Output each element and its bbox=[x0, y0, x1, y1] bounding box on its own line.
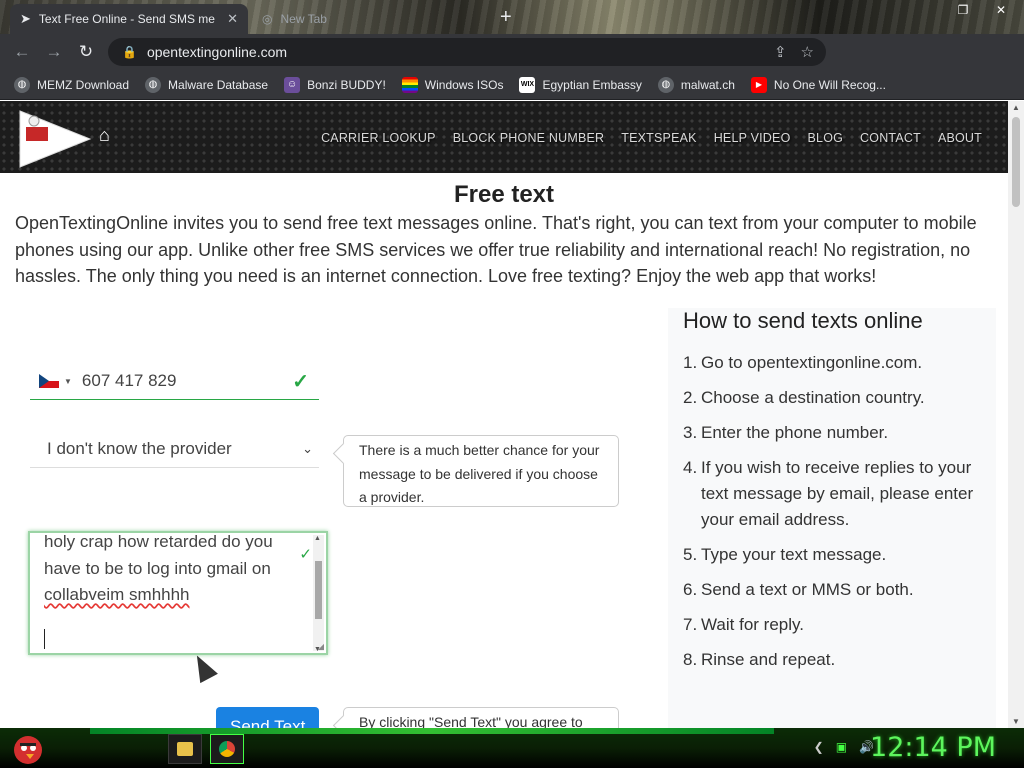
browser-toolbar: ← → ↻ 🔒 opentextingonline.com ⇪ ☆ u 2 ✚ … bbox=[0, 34, 1024, 98]
taskbar-clock[interactable]: 12:14 PM bbox=[870, 732, 996, 763]
file-explorer-taskbar-icon[interactable] bbox=[168, 734, 202, 764]
close-window-icon[interactable]: ✕ bbox=[990, 0, 1012, 20]
nav-textspeak[interactable]: TEXTSPEAK bbox=[621, 131, 696, 145]
url-text: opentextingonline.com bbox=[146, 44, 288, 60]
bookmark-egyptian-embassy[interactable]: WIX Egyptian Embassy bbox=[519, 76, 642, 93]
site-logo[interactable] bbox=[16, 107, 92, 169]
nav-help-video[interactable]: HELP VIDEO bbox=[714, 131, 791, 145]
message-textarea[interactable]: holy crap how retarded do you have to be… bbox=[28, 531, 328, 655]
scroll-down-arrow-icon[interactable]: ▼ bbox=[1012, 717, 1020, 726]
chrome-taskbar-icon[interactable] bbox=[210, 734, 244, 764]
web-page: ⌂ CARRIER LOOKUP BLOCK PHONE NUMBER TEXT… bbox=[0, 101, 1008, 728]
list-item: 2. Choose a destination country. bbox=[683, 388, 925, 407]
valid-check-icon: ✓ bbox=[292, 371, 309, 393]
tab-active[interactable]: ➤ Text Free Online - Send SMS me ✕ bbox=[10, 4, 248, 34]
send-text-button[interactable]: Send Text bbox=[216, 707, 319, 728]
provider-selected-value: I don't know the provider bbox=[47, 439, 232, 458]
tab-close-icon[interactable]: ✕ bbox=[227, 11, 238, 27]
wix-icon: WIX bbox=[519, 76, 536, 93]
bookmark-bonzi-buddy[interactable]: ☺ Bonzi BUDDY! bbox=[284, 76, 386, 93]
system-tray: ❮ ▣ 🔊 bbox=[814, 740, 874, 754]
globe-icon: ◍ bbox=[14, 76, 30, 93]
bookmark-youtube[interactable]: ▶ No One Will Recog... bbox=[750, 76, 886, 93]
lock-icon: 🔒 bbox=[122, 45, 137, 59]
globe-icon: ◍ bbox=[657, 76, 674, 93]
bookmark-malware-database[interactable]: ◍ Malware Database bbox=[145, 76, 268, 93]
phone-number-value: 607 417 829 bbox=[81, 371, 177, 390]
list-item: 8. Rinse and repeat. bbox=[683, 650, 836, 669]
forward-arrow-icon[interactable]: → bbox=[38, 36, 70, 68]
address-bar[interactable]: 🔒 opentextingonline.com ⇪ ☆ bbox=[108, 38, 826, 66]
how-to-sidebar: How to send texts online 1. Go to opentex… bbox=[668, 308, 996, 728]
list-item: 4. If you wish to receive replies to your… bbox=[683, 458, 974, 529]
list-item: 6. Send a text or MMS or both. bbox=[683, 580, 914, 599]
tab-new-tab[interactable]: ◎ New Tab bbox=[252, 4, 402, 34]
page-scrollbar[interactable]: ▲ ▼ bbox=[1008, 101, 1024, 728]
list-item: 5. Type your text message. bbox=[683, 545, 887, 564]
page-title: Free text bbox=[453, 181, 555, 208]
bookmark-memz[interactable]: ◍ MEMZ Download bbox=[14, 76, 129, 93]
list-item: 7. Wait for reply. bbox=[683, 615, 804, 634]
network-icon[interactable]: ▣ bbox=[836, 740, 847, 754]
chevron-down-icon: ⌄ bbox=[302, 441, 313, 456]
intro-paragraph: OpenTextingOnline invites you to send fr… bbox=[15, 213, 977, 286]
home-icon[interactable]: ⌂ bbox=[99, 125, 110, 146]
provider-tooltip: There is a much better chance for your m… bbox=[343, 435, 619, 507]
bookmarks-bar: ◍ MEMZ Download ◍ Malware Database ☺ Bon… bbox=[0, 70, 1024, 100]
message-text: holy crap how retarded do you have to be… bbox=[44, 532, 273, 604]
bookmark-windows-isos[interactable]: Windows ISOs bbox=[401, 76, 503, 93]
browser-tabstrip: ➤ Text Free Online - Send SMS me ✕ ◎ New… bbox=[0, 0, 1024, 34]
nav-contact[interactable]: CONTACT bbox=[860, 131, 921, 145]
nav-block-phone-number[interactable]: BLOCK PHONE NUMBER bbox=[453, 131, 605, 145]
tab-title: New Tab bbox=[280, 12, 327, 26]
scroll-up-arrow-icon[interactable]: ▲ bbox=[314, 535, 321, 542]
nav-carrier-lookup[interactable]: CARRIER LOOKUP bbox=[321, 131, 436, 145]
send-arrow-favicon-icon: ➤ bbox=[20, 11, 31, 26]
nav-about[interactable]: ABOUT bbox=[938, 131, 982, 145]
list-item: 1. Go to opentextingonline.com. bbox=[683, 353, 923, 372]
tab-title: Text Free Online - Send SMS me bbox=[38, 12, 215, 26]
bonzi-icon: ☺ bbox=[284, 76, 301, 93]
list-item: 3. Enter the phone number. bbox=[683, 423, 889, 442]
nav-blog[interactable]: BLOG bbox=[808, 131, 844, 145]
mouse-cursor-icon bbox=[188, 650, 218, 684]
share-icon[interactable]: ⇪ bbox=[774, 43, 787, 61]
screen: ➤ Text Free Online - Send SMS me ✕ ◎ New… bbox=[0, 0, 1024, 768]
scroll-up-arrow-icon[interactable]: ▲ bbox=[1012, 103, 1020, 112]
sidebar-title: How to send texts online bbox=[683, 308, 923, 333]
terms-tooltip: By clicking "Send Text" you agree to bbox=[343, 707, 619, 728]
show-hidden-icons-icon[interactable]: ❮ bbox=[814, 740, 824, 754]
phone-number-field[interactable]: ▼ 607 417 829 ✓ bbox=[30, 363, 319, 400]
chrome-favicon-icon: ◎ bbox=[262, 12, 273, 26]
bookmark-malwatch[interactable]: ◍ malwat.ch bbox=[657, 76, 735, 93]
start-button-angry-bird-icon[interactable] bbox=[6, 728, 50, 768]
windows-icon bbox=[401, 76, 418, 93]
taskbar: ❮ ▣ 🔊 12:14 PM bbox=[0, 728, 1024, 768]
textarea-scrollbar[interactable]: ▲ ▼ bbox=[313, 535, 324, 653]
text-caret bbox=[44, 629, 45, 649]
globe-icon: ◍ bbox=[145, 76, 162, 93]
site-nav: CARRIER LOOKUP BLOCK PHONE NUMBER TEXTSP… bbox=[321, 131, 982, 145]
czech-flag-icon[interactable] bbox=[39, 374, 59, 388]
provider-select[interactable]: I don't know the provider ⌄ bbox=[30, 431, 319, 468]
site-header: ⌂ CARRIER LOOKUP BLOCK PHONE NUMBER TEXT… bbox=[0, 101, 1008, 173]
valid-check-icon: ✓ bbox=[299, 546, 312, 563]
resize-grip-icon[interactable]: ◢ bbox=[318, 642, 324, 651]
back-arrow-icon[interactable]: ← bbox=[6, 36, 38, 68]
bookmark-star-icon[interactable]: ☆ bbox=[801, 43, 814, 61]
restore-window-icon[interactable]: ❐ bbox=[952, 0, 974, 20]
misspelled-text: collabveim smhhhh bbox=[44, 585, 190, 604]
textarea-scroll-thumb[interactable] bbox=[315, 561, 322, 619]
youtube-icon: ▶ bbox=[750, 76, 767, 93]
page-scroll-thumb[interactable] bbox=[1012, 117, 1020, 207]
reload-icon[interactable]: ↻ bbox=[70, 36, 102, 68]
new-tab-plus-icon[interactable]: + bbox=[500, 6, 512, 29]
country-dropdown-caret-icon[interactable]: ▼ bbox=[64, 377, 72, 386]
steps-list: 1. Go to opentextingonline.com. 2. Choose … bbox=[683, 350, 988, 682]
